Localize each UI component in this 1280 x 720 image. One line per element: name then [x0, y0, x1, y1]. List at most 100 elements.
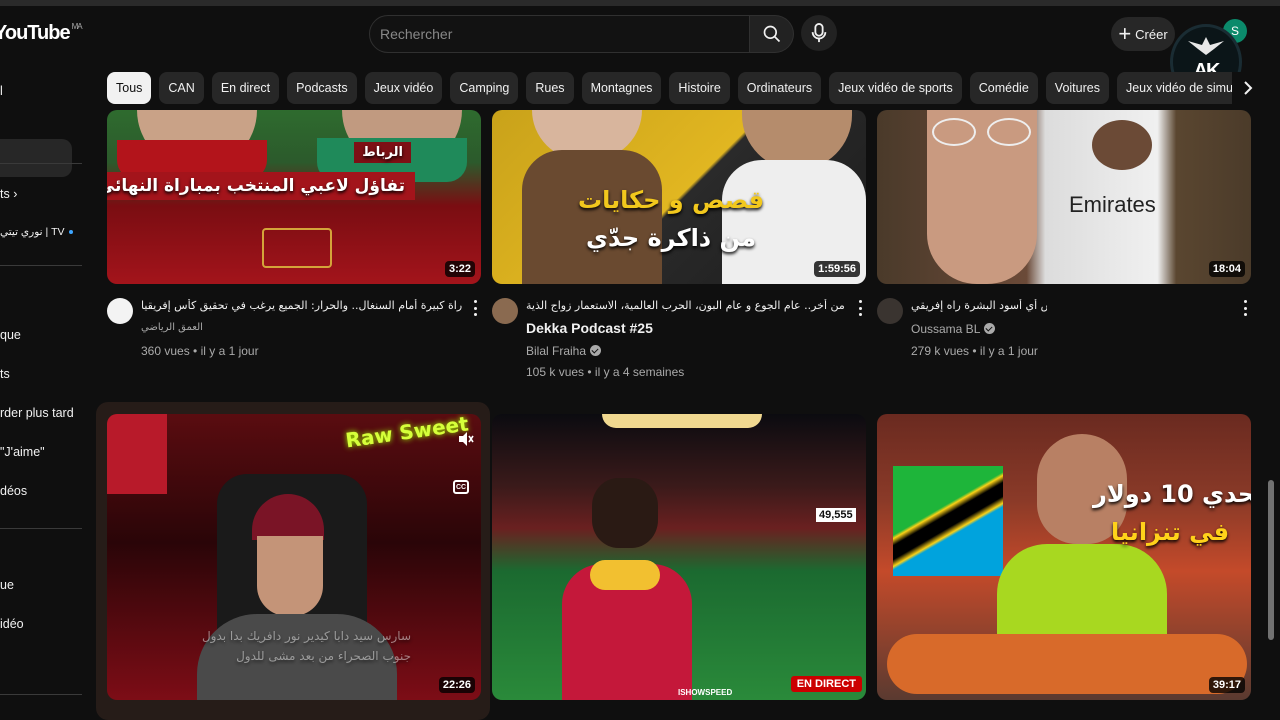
video-stats: 360 vues • il y a 1 jour — [141, 344, 259, 358]
video-stats: 105 k vues • il y a 4 semaines — [526, 365, 685, 379]
more-actions-icon[interactable] — [857, 300, 863, 316]
category-chips: Tous CAN En direct Podcasts Jeux vidéo Campin… — [107, 72, 1232, 104]
region-code: MA — [71, 22, 83, 31]
video-thumbnail[interactable]: 49,555 ISHOWSPEED EN DIRECT — [492, 414, 866, 700]
stadium-light — [602, 414, 762, 428]
chip-can[interactable]: CAN — [159, 72, 204, 104]
sidebar-item-channel[interactable]: نوري تيتي | TV — [0, 226, 73, 238]
browser-edge — [0, 0, 1280, 6]
chip-camping[interactable]: Camping — [450, 72, 519, 104]
player-head — [1092, 120, 1152, 170]
plus-icon: + — [1118, 21, 1132, 46]
duration-badge: 22:26 — [438, 677, 475, 693]
sidebar-item-explore[interactable]: ue — [0, 578, 14, 592]
more-actions-icon[interactable] — [1242, 300, 1248, 316]
verified-icon — [984, 323, 996, 334]
video-thumbnail[interactable]: Raw Sweet CC سارس سيد دابا كيدير نور داف… — [107, 414, 481, 700]
channel-avatar[interactable] — [877, 298, 903, 324]
sidebar-item-video[interactable]: idéo — [0, 617, 24, 631]
channel-avatar[interactable] — [107, 298, 133, 324]
duration-badge: 1:59:56 — [814, 261, 860, 277]
chip-com-die[interactable]: Comédie — [969, 72, 1038, 104]
chip-jeux-vid-o-de-simulation[interactable]: Jeux vidéo de simulation — [1116, 72, 1232, 104]
location-label: الرباط — [354, 142, 411, 163]
create-label: Créer — [1135, 26, 1168, 42]
sidebar-active-highlight[interactable] — [0, 139, 72, 177]
channel-watermark: ISHOWSPEED — [678, 688, 733, 697]
tanzania-flag — [893, 466, 1003, 576]
thumbnail-headline: قصص و حكايات — [578, 186, 765, 214]
video-title[interactable]: ها علاش أي أسود البشرة راه إفريقي ! — [911, 299, 1047, 312]
chip-tous[interactable]: Tous — [107, 72, 152, 104]
sidebar-item-watch-later[interactable]: rder plus tard — [0, 406, 74, 420]
chevron-right-icon: › — [13, 187, 18, 201]
search-icon — [763, 25, 780, 43]
video-stats: 279 k vues • il y a 1 jour — [911, 344, 1038, 358]
sidebar-divider — [0, 163, 82, 164]
create-button[interactable]: + Créer — [1111, 17, 1175, 51]
eagle-icon — [1188, 37, 1224, 55]
channel-name[interactable]: Oussama BL — [911, 322, 996, 336]
thumbnail-headline: تحدي 10 دولار — [1093, 480, 1251, 508]
channel-name[interactable]: Bilal Fraiha — [526, 344, 602, 358]
microphone-icon — [811, 23, 827, 43]
chip-en-direct[interactable]: En direct — [211, 72, 280, 104]
sidebar-item-home[interactable]: l — [0, 84, 3, 98]
duration-badge: 3:22 — [444, 261, 475, 277]
sidebar: l ts › نوري تيتي | TV que ts rder plus t… — [0, 66, 84, 720]
video-title[interactable]: طاليي: نتنظرنا مباراة كبيرة أمام السنغال… — [141, 299, 463, 312]
more-actions-icon[interactable] — [472, 300, 478, 316]
mute-icon[interactable] — [457, 430, 475, 448]
channel-name[interactable]: العمق الرياضي — [141, 322, 203, 333]
jersey-sponsor: Emirates — [1069, 192, 1156, 217]
sidebar-divider — [0, 528, 82, 529]
glasses-icon — [987, 118, 1031, 146]
chevron-right-icon — [1244, 81, 1253, 95]
glasses-icon — [932, 118, 976, 146]
new-content-dot — [68, 230, 73, 235]
video-thumbnail[interactable]: تحدي 10 دولار في تنزانيا 39:17 — [877, 414, 1251, 700]
chip-podcasts[interactable]: Podcasts — [287, 72, 357, 104]
duration-badge: 18:04 — [1208, 261, 1245, 277]
live-badge: EN DIRECT — [790, 676, 862, 692]
youtube-logo[interactable]: YouTube MA — [0, 22, 83, 45]
subtitle-caption: سارس سيد دابا كيدير نور دافريك بدا بدول … — [201, 629, 411, 663]
video-thumbnail[interactable]: الرباط تفاؤل لاعبي المنتخب بمباراة النها… — [107, 110, 481, 284]
elder-jacket — [522, 150, 662, 284]
sidebar-item-playlists[interactable]: ts — [0, 367, 10, 381]
chip-ordinateurs[interactable]: Ordinateurs — [737, 72, 822, 104]
thumbnail-headline: تفاؤل لاعبي المنتخب بمباراة النهائي — [107, 172, 415, 200]
chips-next-button[interactable] — [1232, 72, 1264, 104]
chip-voitures[interactable]: Voitures — [1045, 72, 1109, 104]
sidebar-item-liked[interactable]: "J'aime" — [0, 445, 45, 459]
channel-avatar[interactable] — [492, 298, 518, 324]
page-scrollbar[interactable] — [1268, 480, 1274, 640]
chip-montagnes[interactable]: Montagnes — [581, 72, 662, 104]
sidebar-divider — [0, 265, 82, 266]
chip-rues[interactable]: Rues — [526, 72, 574, 104]
voice-search-button[interactable] — [801, 15, 837, 51]
yellow-hood — [590, 560, 660, 590]
viewer-count: 49,555 — [816, 508, 856, 522]
food-plates — [887, 634, 1247, 694]
speaker-head — [592, 478, 658, 548]
captions-icon[interactable]: CC — [453, 480, 469, 494]
thumbnail-subheadline: من ذاكرة جدّي — [586, 224, 756, 252]
sidebar-divider — [0, 694, 82, 695]
neon-sign: Raw Sweet — [343, 414, 470, 453]
sidebar-item-subscriptions[interactable]: ts › — [0, 187, 17, 201]
video-thumbnail[interactable]: Emirates 18:04 — [877, 110, 1251, 284]
search-input[interactable]: Rechercher — [369, 15, 750, 53]
video-title-line2[interactable]: Dekka Podcast #25 — [526, 320, 653, 336]
chip-histoire[interactable]: Histoire — [669, 72, 730, 104]
video-title[interactable]: حكايات من زمن أخر.. عام الجوع و عام البو… — [526, 299, 844, 312]
sidebar-item-history[interactable]: que — [0, 328, 21, 342]
duration-badge: 39:17 — [1208, 677, 1245, 693]
chip-jeux-vid-o[interactable]: Jeux vidéo — [364, 72, 443, 104]
verified-icon — [590, 345, 602, 356]
video-thumbnail[interactable]: قصص و حكايات من ذاكرة جدّي 1:59:56 — [492, 110, 866, 284]
search-button[interactable] — [750, 15, 794, 53]
sidebar-item-your-videos[interactable]: déos — [0, 484, 27, 498]
chip-jeux-vid-o-de-sports[interactable]: Jeux vidéo de sports — [829, 72, 962, 104]
trophy-logo — [262, 228, 332, 268]
